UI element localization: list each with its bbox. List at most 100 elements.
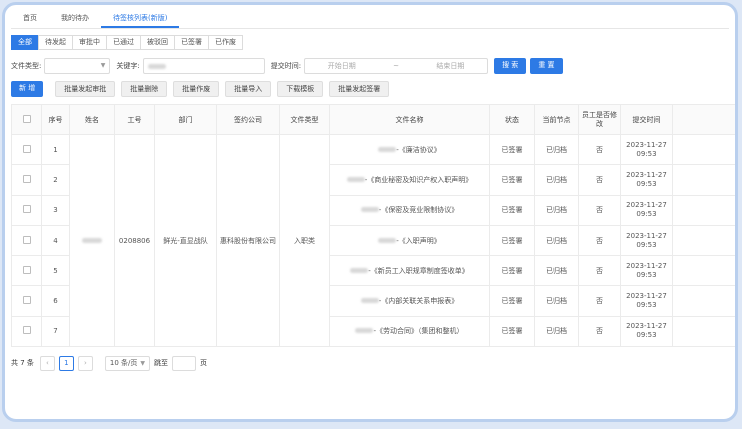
status-tab-rejected[interactable]: 被驳回 [140, 35, 175, 50]
row-status: 已签署 [489, 194, 535, 226]
row-modified: 否 [578, 255, 621, 287]
next-page-button[interactable]: › [77, 355, 93, 371]
row-modified: 否 [578, 224, 621, 257]
file-name: -《入职声明》 [396, 236, 441, 245]
row-checkbox[interactable] [22, 205, 31, 214]
col-file-name: 文件名称 [329, 104, 490, 135]
file-owner [360, 207, 379, 213]
row-select-cell[interactable] [11, 224, 42, 257]
batch-sign-button[interactable]: 批量发起签署 [329, 81, 390, 97]
row-select-cell[interactable] [11, 255, 42, 287]
file-name-cell[interactable]: -《商业秘密及知识产权入职声明》 [329, 164, 490, 196]
row-node: 已归档 [534, 315, 579, 348]
page-size-select[interactable]: 10 条/页 ▼ [104, 355, 151, 371]
row-select-cell[interactable] [11, 285, 42, 317]
new-button[interactable]: 新 增 [11, 81, 44, 97]
file-name: -《内部关联关系申报表》 [378, 297, 459, 306]
file-name: -《商业秘密及知识产权入职声明》 [364, 175, 473, 184]
submit-date: 2023-11-27 [626, 292, 667, 301]
col-no: 序号 [41, 104, 70, 135]
start-date-placeholder: 开始日期 [327, 62, 356, 70]
search-button[interactable]: 搜 索 [494, 58, 527, 74]
tab-home[interactable]: 首页 [11, 10, 49, 28]
tab-my-todo[interactable]: 我的待办 [49, 10, 101, 28]
batch-import-button[interactable]: 批量导入 [225, 81, 272, 97]
prev-page-button[interactable]: ‹ [39, 355, 55, 371]
col-extra [672, 104, 735, 135]
reset-button[interactable]: 重 置 [530, 58, 563, 74]
download-template-button[interactable]: 下载模板 [277, 81, 324, 97]
batch-delete-button[interactable]: 批量删除 [121, 81, 168, 97]
file-owner [378, 237, 397, 243]
row-submit-time: 2023-11-27 09:53 [620, 255, 673, 287]
batch-void-button[interactable]: 批量作废 [173, 81, 220, 97]
row-modified: 否 [578, 133, 621, 166]
row-status: 已签署 [489, 164, 535, 196]
status-tab-signed[interactable]: 已签署 [174, 35, 209, 50]
chevron-right-icon: › [84, 359, 87, 368]
row-node: 已归档 [534, 255, 579, 287]
row-checkbox[interactable] [22, 296, 31, 305]
sign-company: 惠科股份有限公司 [216, 133, 280, 348]
row-status: 已签署 [489, 224, 535, 257]
col-submit-time: 提交时间 [620, 104, 673, 135]
row-no: 2 [41, 164, 70, 196]
row-modified: 否 [578, 285, 621, 317]
batch-approve-button[interactable]: 批量发起审批 [55, 81, 116, 97]
col-emp-no: 工号 [114, 104, 155, 135]
submit-date: 2023-11-27 [626, 140, 667, 149]
submit-clock: 09:53 [636, 210, 657, 219]
row-no: 1 [41, 133, 70, 166]
submit-date: 2023-11-27 [626, 231, 667, 240]
employee-name-value [82, 237, 102, 243]
select-all-checkbox[interactable] [22, 114, 31, 123]
select-all-cell[interactable] [11, 104, 42, 135]
sign-table: 序号 姓名 工号 部门 签约公司 文件类型 文件名称 状态 当前节点 员工是否修… [11, 104, 735, 348]
doc-type-label: 文件类型: [11, 62, 42, 70]
employee-no: 0208806 [114, 133, 155, 348]
file-name-cell[interactable]: -《入职声明》 [329, 224, 490, 257]
row-select-cell[interactable] [11, 164, 42, 196]
submit-date: 2023-11-27 [626, 322, 667, 331]
file-name-cell[interactable]: -《劳动合同》（集团和整机） [329, 315, 490, 348]
row-select-cell[interactable] [11, 315, 42, 348]
row-checkbox[interactable] [22, 174, 31, 183]
status-tab-approving[interactable]: 审批中 [72, 35, 107, 50]
pagination: 共 7 条 ‹ 1 › 10 条/页 ▼ 跳至 页 [11, 355, 729, 371]
row-submit-time: 2023-11-27 09:53 [620, 315, 673, 348]
doc-type-select[interactable]: ▼ [44, 58, 111, 74]
jump-page-input[interactable] [172, 355, 197, 371]
submit-date: 2023-11-27 [626, 201, 667, 210]
file-name-cell[interactable]: -《保密及竞业限制协议》 [329, 194, 490, 226]
row-select-cell[interactable] [11, 194, 42, 226]
status-tab-all[interactable]: 全部 [11, 35, 39, 50]
department: 鲜光-直显战队 [154, 133, 217, 348]
date-range-picker[interactable]: 开始日期 ~ 结束日期 [304, 58, 489, 74]
row-checkbox[interactable] [22, 326, 31, 335]
page-1-button[interactable]: 1 [58, 355, 74, 371]
status-tab-voided[interactable]: 已作废 [208, 35, 243, 50]
tab-sign-list[interactable]: 待签核列表(新版) [101, 10, 180, 28]
col-doc-type: 文件类型 [279, 104, 330, 135]
keyword-input[interactable] [142, 58, 265, 74]
row-submit-time: 2023-11-27 09:53 [620, 133, 673, 166]
row-modified: 否 [578, 315, 621, 348]
row-checkbox[interactable] [22, 144, 31, 153]
row-checkbox[interactable] [22, 235, 31, 244]
row-extra [672, 285, 735, 317]
file-name-cell[interactable]: -《内部关联关系申报表》 [329, 285, 490, 317]
file-owner [378, 146, 397, 152]
table-row[interactable]: 1 0208806 鲜光-直显战队 惠科股份有限公司 入职类 -《廉洁协议》 已… [11, 133, 735, 348]
chevron-left-icon: ‹ [46, 359, 49, 368]
status-tab-approved[interactable]: 已通过 [106, 35, 141, 50]
row-status: 已签署 [489, 285, 535, 317]
file-name-cell[interactable]: -《新员工入职规章制度签收单》 [329, 255, 490, 287]
row-no: 4 [41, 224, 70, 257]
table-header-row: 序号 姓名 工号 部门 签约公司 文件类型 文件名称 状态 当前节点 员工是否修… [11, 104, 735, 135]
keyword-value [147, 63, 166, 69]
status-tab-pending[interactable]: 待发起 [38, 35, 73, 50]
file-name-cell[interactable]: -《廉洁协议》 [329, 133, 490, 166]
row-no: 7 [41, 315, 70, 348]
row-select-cell[interactable] [11, 133, 42, 166]
row-checkbox[interactable] [22, 265, 31, 274]
